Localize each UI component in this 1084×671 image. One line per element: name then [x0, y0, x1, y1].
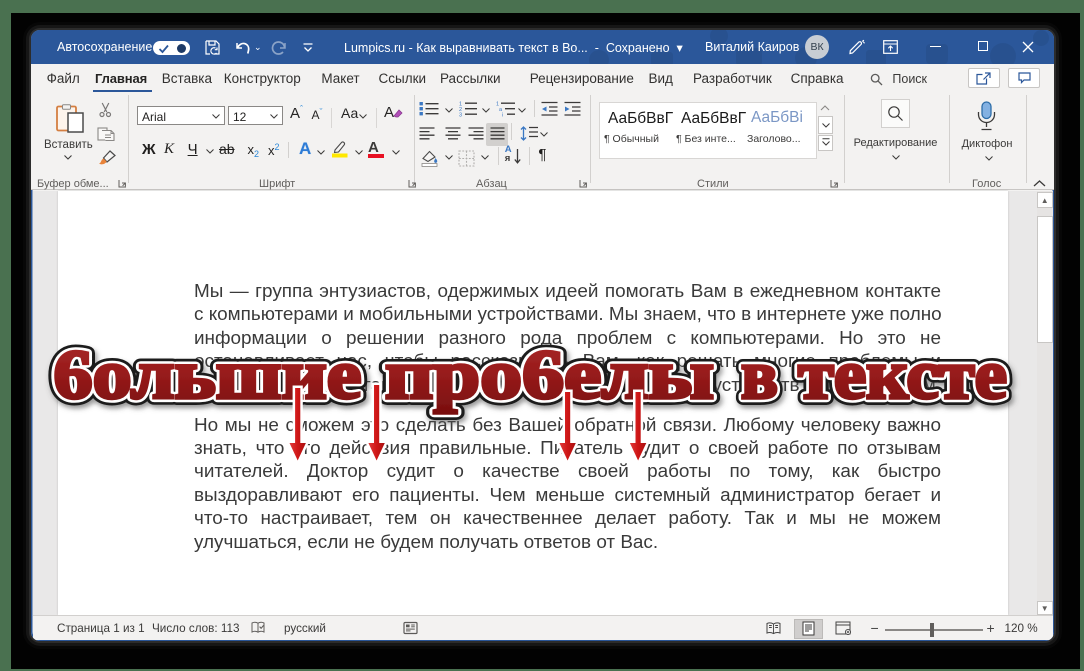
svg-text:i: i	[502, 113, 503, 118]
svg-text:6ольшиепро6елывтексте: 6ольшиепро6елывтексте	[54, 336, 1008, 413]
svg-text:3: 3	[459, 113, 462, 118]
